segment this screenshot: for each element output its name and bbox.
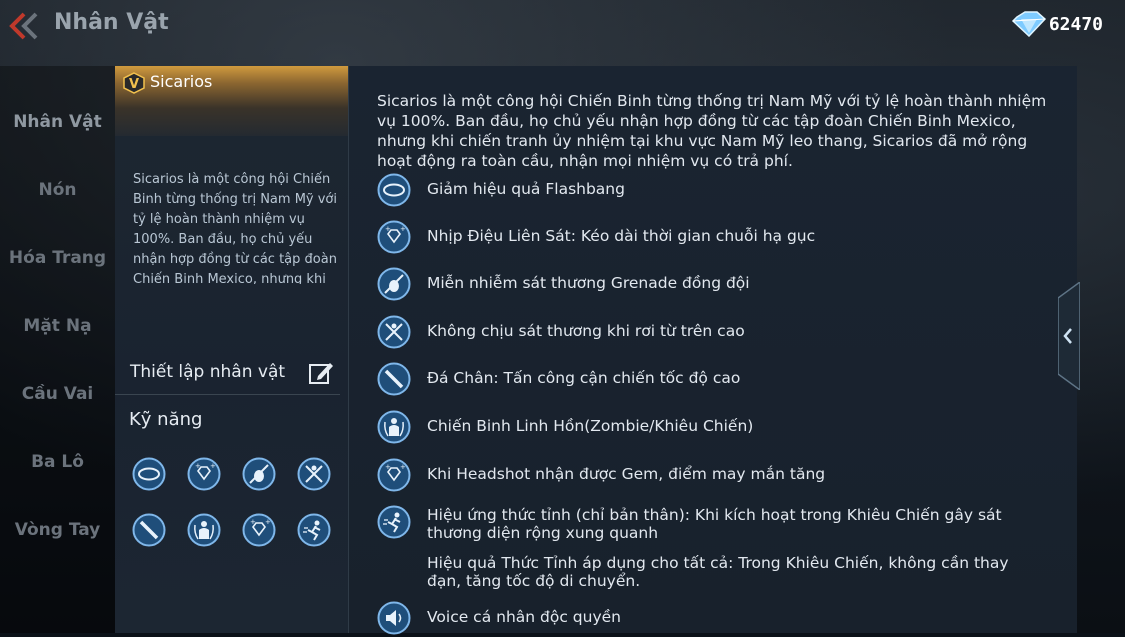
ability-text: Hiệu ứng thức tỉnh (chỉ bản thân): Khi k… xyxy=(427,506,1002,542)
character-details: Sicarios là một công hội Chiến Binh từng… xyxy=(348,66,1077,635)
nav-label: Vòng Tay xyxy=(14,520,101,540)
svg-text:V: V xyxy=(129,77,139,92)
ability-row: Giảm hiệu quả Flashbang xyxy=(377,173,1067,209)
runner-icon[interactable] xyxy=(297,513,331,547)
mask-icon xyxy=(36,288,80,314)
gem-balance[interactable]: 62470 xyxy=(1011,10,1103,38)
ability-text: Chiến Binh Linh Hồn(Zombie/Khiêu Chiến) xyxy=(427,417,754,435)
category-nav: Nhân Vật Nón Hóa Trang Mặt Nạ Cầu Vai Ba… xyxy=(0,66,115,633)
knife-icon xyxy=(377,362,411,396)
gem-icon: + + xyxy=(377,458,411,492)
nav-item-ba-lo[interactable]: Ba Lô xyxy=(0,424,115,472)
knife-icon[interactable] xyxy=(132,513,166,547)
goggles-icon xyxy=(377,173,411,207)
ability-row: Voice cá nhân độc quyền xyxy=(377,601,1067,637)
nav-item-nhan-vat[interactable]: Nhân Vật xyxy=(0,84,115,132)
ability-row: Miễn nhiễm sát thương Grenade đồng đội xyxy=(377,267,1067,303)
fall-ban-icon xyxy=(377,315,411,349)
runner-icon xyxy=(377,505,411,539)
gem-icon[interactable]: + + xyxy=(187,457,221,491)
ability-row: + + Nhịp Điệu Liên Sát: Kéo dài thời gian… xyxy=(377,220,1067,256)
ability-text: Voice cá nhân độc quyền xyxy=(427,608,621,626)
nav-item-mat-na[interactable]: Mặt Nạ xyxy=(0,288,115,336)
ability-text: Giảm hiệu quả Flashbang xyxy=(427,180,625,198)
hat-icon xyxy=(36,152,80,178)
goggles-icon[interactable] xyxy=(132,457,166,491)
rank-badge-icon: V xyxy=(123,72,145,94)
collapse-tab-chevron-left-icon[interactable] xyxy=(1058,282,1080,390)
fall-ban-icon[interactable] xyxy=(297,457,331,491)
page-title: Nhân Vật xyxy=(54,10,169,35)
character-description: Sicarios là một công hội Chiến Binh từng… xyxy=(377,92,1047,170)
awaken-note: Hiệu quả Thức Tỉnh áp dụng cho tất cả: T… xyxy=(427,554,1009,590)
setup-label: Thiết lập nhân vật xyxy=(130,362,286,382)
ability-row: Chiến Binh Linh Hồn(Zombie/Khiêu Chiến) xyxy=(377,410,1067,446)
gem-icon: + + xyxy=(377,220,411,254)
shoulder-icon xyxy=(36,356,80,382)
backpack-icon xyxy=(36,424,80,450)
svg-text:+: + xyxy=(265,518,271,526)
svg-text:+: + xyxy=(400,225,406,233)
bracelet-icon xyxy=(36,492,80,518)
gem-icon[interactable]: + + xyxy=(242,513,276,547)
nav-label: Hóa Trang xyxy=(8,248,107,268)
diamond-icon xyxy=(1011,11,1046,37)
svg-text:+: + xyxy=(195,462,201,470)
character-name: Sicarios xyxy=(150,72,213,91)
ability-row: Đá Chân: Tấn công cận chiến tốc độ cao xyxy=(377,362,1067,398)
nav-item-vong-tay[interactable]: Vòng Tay xyxy=(0,492,115,540)
svg-text:+: + xyxy=(385,463,391,471)
spirit-icon[interactable] xyxy=(187,513,221,547)
ability-row: + + Khi Headshot nhận được Gem, điểm may … xyxy=(377,458,1067,494)
nav-label: Ba Lô xyxy=(31,452,84,472)
ability-text: Không chịu sát thương khi rơi từ trên ca… xyxy=(427,322,745,340)
skills-title: Kỹ năng xyxy=(129,409,203,430)
ability-text: Khi Headshot nhận được Gem, điểm may mắn… xyxy=(427,465,826,483)
character-header: V Sicarios xyxy=(115,66,348,136)
costume-icon xyxy=(36,220,80,246)
edit-icon xyxy=(309,363,333,384)
gem-count: 62470 xyxy=(1048,13,1103,35)
character-short-description: Sicarios là một công hội Chiến Binh từng… xyxy=(133,172,337,284)
back-arrow-icon xyxy=(9,12,38,40)
ability-text: Nhịp Điệu Liên Sát: Kéo dài thời gian ch… xyxy=(427,227,816,245)
nav-label: Mặt Nạ xyxy=(23,316,92,336)
character-icon xyxy=(36,84,80,110)
svg-text:+: + xyxy=(385,225,391,233)
back-button[interactable] xyxy=(4,10,40,42)
grenade-ban-icon[interactable] xyxy=(242,457,276,491)
character-setup-button[interactable]: Thiết lập nhân vật xyxy=(115,354,340,395)
svg-text:+: + xyxy=(250,518,256,526)
ability-row: Hiệu ứng thức tỉnh (chỉ bản thân): Khi k… xyxy=(377,505,1067,549)
voice-icon xyxy=(377,601,411,635)
ability-text: Đá Chân: Tấn công cận chiến tốc độ cao xyxy=(427,369,741,387)
nav-label: Nón xyxy=(38,180,77,200)
svg-text:+: + xyxy=(210,462,216,470)
svg-text:+: + xyxy=(400,463,406,471)
ability-row: Không chịu sát thương khi rơi từ trên ca… xyxy=(377,315,1067,351)
nav-item-cau-vai[interactable]: Cầu Vai xyxy=(0,356,115,404)
nav-label: Cầu Vai xyxy=(21,384,94,404)
top-bar: Nhân Vật 62470 xyxy=(0,0,1125,52)
grenade-ban-icon xyxy=(377,267,411,301)
spirit-icon xyxy=(377,410,411,444)
ability-text: Miễn nhiễm sát thương Grenade đồng đội xyxy=(427,274,750,292)
nav-item-non[interactable]: Nón xyxy=(0,152,115,200)
character-panel: V Sicarios Sicarios là một công hội Chiế… xyxy=(115,66,349,633)
nav-label: Nhân Vật xyxy=(13,112,102,132)
nav-item-hoa-trang[interactable]: Hóa Trang xyxy=(0,220,115,268)
